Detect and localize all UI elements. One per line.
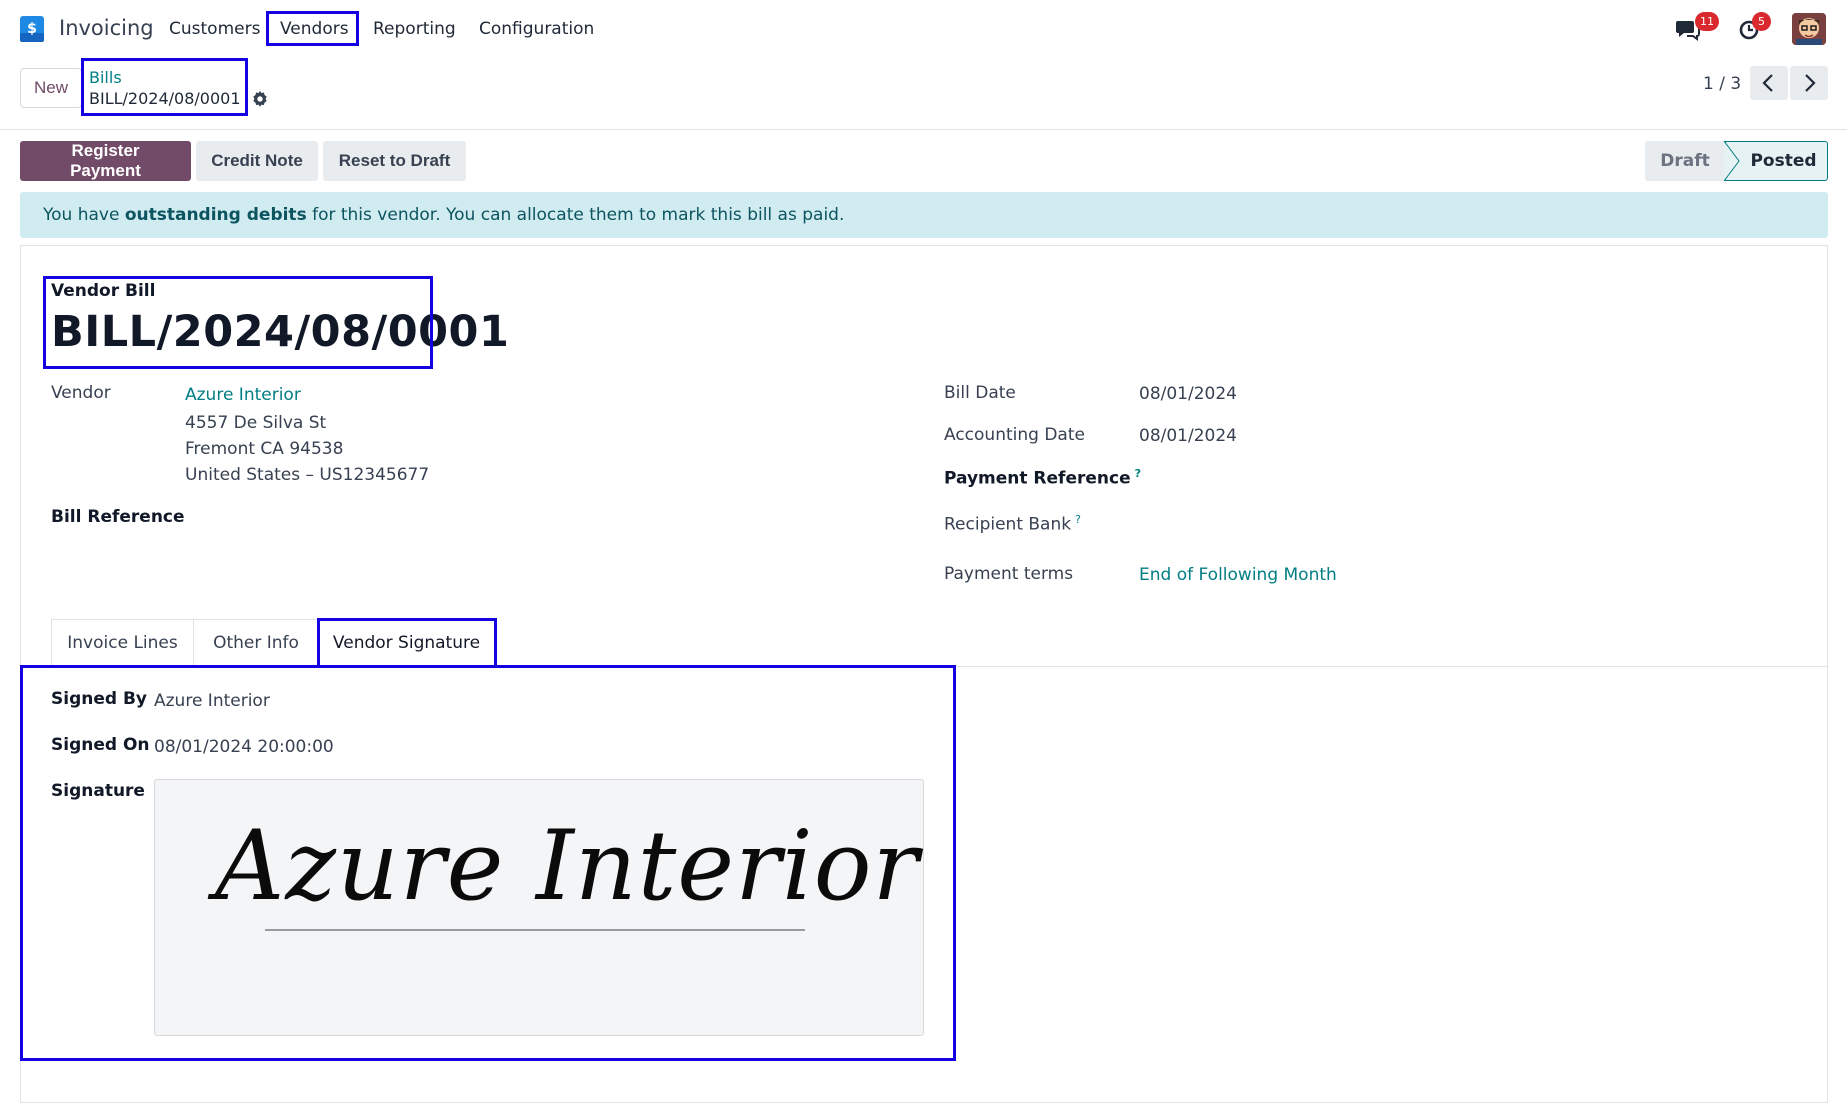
status-arrow-icon — [1721, 141, 1740, 181]
breadcrumb-current: BILL/2024/08/0001 — [89, 89, 241, 108]
user-avatar[interactable] — [1792, 13, 1826, 45]
control-panel: New Bills BILL/2024/08/0001 1 / 3 — [0, 58, 1847, 130]
tab-other-info[interactable]: Other Info — [193, 619, 319, 667]
alert-prefix: You have — [43, 205, 125, 225]
app-name[interactable]: Invoicing — [59, 16, 154, 40]
vendor-address-line2: Fremont CA 94538 — [185, 439, 344, 459]
outstanding-debits-alert: You have outstanding debits for this ven… — [20, 192, 1828, 238]
vendor-link[interactable]: Azure Interior — [185, 385, 301, 405]
chevron-right-icon — [1805, 74, 1816, 92]
vendor-address-line1: 4557 De Silva St — [185, 413, 327, 433]
bill-date-value[interactable]: 08/01/2024 — [1139, 384, 1237, 404]
messages-badge: 11 — [1695, 12, 1719, 31]
payment-reference-label: Payment Reference? — [944, 467, 1141, 489]
register-payment-button[interactable]: Register Payment — [20, 141, 191, 181]
help-icon[interactable]: ? — [1075, 513, 1081, 526]
recipient-bank-label: Recipient Bank? — [944, 513, 1081, 535]
payment-reference-text: Payment Reference — [944, 468, 1131, 489]
signature-baseline — [265, 929, 805, 931]
signature-label: Signature — [51, 781, 145, 801]
signed-by-label: Signed By — [51, 689, 147, 709]
signed-by-value: Azure Interior — [154, 691, 270, 711]
menu-customers[interactable]: Customers — [169, 19, 260, 39]
status-draft[interactable]: Draft — [1645, 141, 1725, 181]
credit-note-button[interactable]: Credit Note — [196, 141, 318, 181]
vendor-address-line3: United States – US12345677 — [185, 465, 430, 485]
menu-vendors[interactable]: Vendors — [280, 19, 349, 39]
svg-text:$: $ — [27, 21, 37, 37]
move-type-label: Vendor Bill — [51, 281, 156, 301]
pager-previous-button[interactable] — [1750, 66, 1788, 100]
new-button[interactable]: New — [20, 68, 82, 108]
vendor-label: Vendor — [51, 383, 111, 403]
menu-configuration[interactable]: Configuration — [479, 19, 594, 39]
tab-invoice-lines[interactable]: Invoice Lines — [51, 619, 194, 667]
invoicing-app-icon[interactable]: $ — [20, 16, 44, 42]
reset-to-draft-button[interactable]: Reset to Draft — [323, 141, 466, 181]
top-navbar: $ Invoicing Customers Vendors Reporting … — [0, 0, 1847, 58]
signature-image[interactable]: Azure Interior — [154, 779, 924, 1036]
bill-reference-label: Bill Reference — [51, 507, 185, 527]
bill-date-label: Bill Date — [944, 383, 1016, 403]
recipient-bank-text: Recipient Bank — [944, 514, 1072, 535]
accounting-date-value[interactable]: 08/01/2024 — [1139, 426, 1237, 446]
help-icon[interactable]: ? — [1135, 467, 1141, 480]
signature-handwriting: Azure Interior — [215, 810, 920, 922]
accounting-date-label: Accounting Date — [944, 425, 1085, 445]
payment-terms-link[interactable]: End of Following Month — [1139, 565, 1337, 585]
alert-strong[interactable]: outstanding debits — [125, 205, 307, 225]
pager-value[interactable]: 1 / 3 — [1703, 74, 1741, 94]
tab-vendor-signature[interactable]: Vendor Signature — [318, 619, 495, 668]
pager-next-button[interactable] — [1790, 66, 1828, 100]
menu-reporting[interactable]: Reporting — [373, 19, 456, 39]
chevron-left-icon — [1762, 74, 1773, 92]
breadcrumb-bills[interactable]: Bills — [89, 68, 122, 87]
activities-badge: 5 — [1752, 12, 1771, 31]
document-name: BILL/2024/08/0001 — [51, 307, 510, 357]
payment-terms-label: Payment terms — [944, 564, 1074, 584]
gear-icon[interactable] — [251, 90, 269, 108]
alert-suffix: for this vendor. You can allocate them t… — [306, 205, 845, 225]
signed-on-value: 08/01/2024 20:00:00 — [154, 737, 334, 757]
signed-on-label: Signed On — [51, 735, 150, 755]
